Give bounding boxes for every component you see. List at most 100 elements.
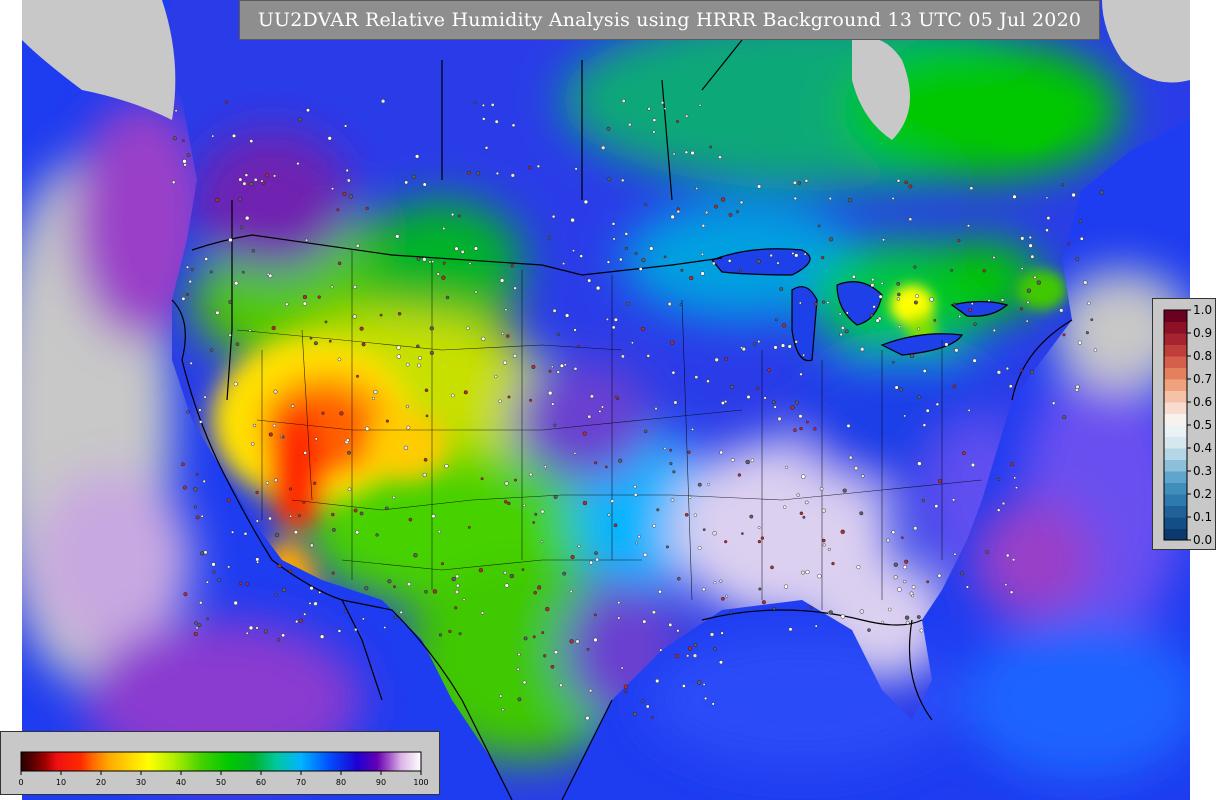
station-dot [308, 602, 312, 605]
station-dot [418, 356, 422, 360]
station-dot [288, 569, 293, 573]
station-dot [697, 680, 702, 685]
station-dot [494, 119, 499, 124]
station-dot [319, 634, 325, 639]
station-dot [451, 576, 456, 582]
station-dot [618, 458, 623, 463]
station-dot [867, 628, 871, 632]
station-dot [317, 295, 321, 299]
station-dot [551, 402, 555, 406]
weight-tick-label: 0.5 [1193, 418, 1212, 432]
station-dot [395, 234, 400, 239]
station-dot [711, 261, 716, 266]
station-dot [713, 204, 718, 209]
station-dot [203, 550, 208, 555]
station-dot [344, 609, 348, 613]
station-dot [405, 404, 410, 409]
station-dot [474, 290, 478, 294]
station-dot [550, 365, 554, 369]
station-dot [344, 124, 348, 128]
station-dot [582, 500, 588, 506]
station-dot [255, 490, 259, 495]
station-dot [1020, 267, 1024, 270]
station-dot [937, 478, 942, 483]
station-dot [437, 529, 441, 534]
station-dot [501, 708, 505, 712]
station-dot [713, 647, 717, 651]
humidity-colorbar-graphic: 0 10 20 30 40 50 60 70 80 90 100 [18, 751, 429, 787]
station-dot [891, 197, 895, 200]
weight-tick-label: 1.0 [1193, 303, 1212, 317]
station-dot [332, 528, 336, 532]
station-dot [714, 357, 719, 362]
weight-colorbar-band [1164, 471, 1187, 483]
station-dot [806, 420, 809, 424]
station-dot [773, 405, 777, 409]
station-dot [318, 591, 322, 594]
station-dot [1005, 366, 1009, 371]
station-dot [965, 585, 969, 589]
station-dot [698, 103, 702, 107]
station-dot [243, 531, 248, 536]
station-dot [272, 423, 277, 428]
station-dot [547, 236, 551, 240]
station-dot [511, 123, 516, 128]
station-dot [1026, 288, 1032, 293]
station-dot [861, 474, 865, 478]
station-dot [251, 249, 256, 253]
station-dot [467, 526, 471, 529]
weight-tick-label: 0.8 [1193, 349, 1212, 363]
station-dot [241, 270, 245, 274]
station-dot [652, 118, 657, 122]
station-dot [431, 260, 435, 263]
station-dot [248, 625, 254, 631]
station-dot [903, 414, 907, 418]
station-dot [814, 624, 818, 628]
station-dot [707, 482, 710, 486]
weight-tick-label: 0.1 [1193, 510, 1212, 524]
station-dot [276, 638, 281, 642]
station-dot [281, 435, 285, 439]
station-dot [507, 395, 511, 399]
station-dot [711, 702, 715, 706]
station-dot [379, 313, 383, 317]
weight-colorbar-ticks: 1.0 0.9 0.8 0.7 0.6 0.5 0.4 0.3 0.2 0.1 0.0 [1187, 303, 1212, 547]
station-dot [655, 678, 660, 684]
station-dot [672, 152, 676, 156]
station-dot [506, 334, 510, 338]
station-dot [1005, 553, 1010, 558]
station-dot [992, 328, 996, 333]
station-dot [193, 505, 197, 509]
station-dot [552, 308, 557, 313]
station-dot [540, 540, 544, 544]
station-dot [522, 503, 526, 507]
station-dot [473, 246, 478, 251]
station-dot [745, 459, 750, 465]
station-dot [761, 600, 766, 605]
station-dot [676, 120, 679, 123]
station-dot [793, 428, 797, 432]
station-dot [767, 368, 772, 373]
station-dot [305, 238, 309, 242]
station-dot [621, 99, 626, 103]
station-dot [274, 593, 278, 597]
station-dot [677, 576, 681, 581]
weight-colorbar-band [1164, 505, 1187, 518]
station-dot [908, 217, 913, 222]
station-dot [739, 268, 743, 272]
station-dot [607, 513, 611, 517]
station-dot [457, 214, 461, 218]
station-dot [613, 523, 618, 528]
station-dot [347, 487, 352, 492]
station-dot [650, 716, 654, 719]
station-dot [828, 610, 833, 615]
station-dot [212, 570, 216, 574]
weight-colorbar-band [1164, 321, 1187, 334]
station-dot [271, 325, 276, 331]
station-dot [255, 557, 260, 562]
station-dot [772, 606, 776, 611]
station-dot [697, 546, 702, 550]
station-dot [875, 318, 880, 323]
station-dot [645, 704, 650, 709]
station-dot [709, 632, 715, 637]
